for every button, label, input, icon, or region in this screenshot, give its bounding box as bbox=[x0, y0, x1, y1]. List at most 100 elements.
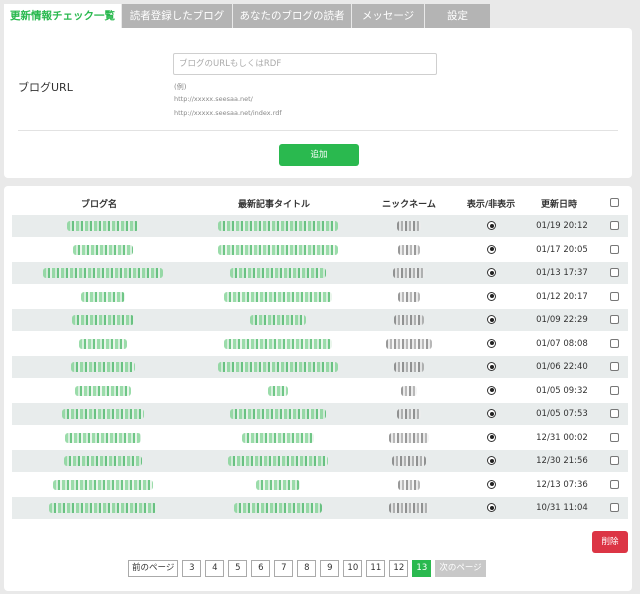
prev-page-button[interactable]: 前のページ bbox=[128, 560, 179, 577]
latest-title-link[interactable] bbox=[218, 221, 338, 231]
visibility-radio[interactable] bbox=[487, 409, 496, 418]
blog-name-link[interactable] bbox=[72, 315, 134, 325]
latest-title-link[interactable] bbox=[230, 268, 326, 278]
latest-title-link[interactable] bbox=[218, 244, 338, 255]
example-url-1: http://xxxxx.seesaa.net/ bbox=[174, 95, 253, 103]
nickname bbox=[393, 268, 425, 278]
visibility-radio[interactable] bbox=[487, 385, 496, 395]
blog-name-link[interactable] bbox=[67, 221, 139, 231]
row-checkbox[interactable] bbox=[610, 503, 619, 512]
nickname bbox=[394, 315, 424, 325]
blog-name-link[interactable] bbox=[43, 268, 163, 278]
tab-messages[interactable]: メッセージ bbox=[352, 4, 425, 28]
table-row: 01/17 20:05 bbox=[12, 239, 628, 261]
table-row: 01/19 20:12 bbox=[12, 215, 628, 237]
updated-datetime: 01/05 09:32 bbox=[536, 385, 588, 396]
row-checkbox[interactable] bbox=[610, 268, 619, 277]
row-checkbox[interactable] bbox=[610, 479, 619, 489]
row-checkbox[interactable] bbox=[610, 291, 619, 301]
nickname bbox=[397, 409, 421, 419]
latest-title-link[interactable] bbox=[230, 409, 326, 419]
blog-name-link[interactable] bbox=[79, 338, 127, 349]
header-nickname: ニックネーム bbox=[382, 200, 436, 210]
visibility-radio[interactable] bbox=[487, 503, 496, 512]
latest-title-link[interactable] bbox=[268, 385, 288, 396]
blog-name-link[interactable] bbox=[62, 409, 144, 419]
delete-button[interactable]: 削除 bbox=[592, 531, 628, 553]
nickname bbox=[398, 244, 420, 255]
table-header: ブログ名 最新記事タイトル ニックネーム 表示/非表示 更新日時 bbox=[4, 197, 632, 213]
page-number-button[interactable]: 4 bbox=[205, 560, 225, 577]
row-checkbox[interactable] bbox=[610, 338, 619, 348]
blog-name-link[interactable] bbox=[53, 479, 153, 490]
page-number-button[interactable]: 11 bbox=[366, 560, 386, 577]
nickname bbox=[392, 456, 426, 466]
updated-datetime: 12/31 00:02 bbox=[536, 432, 588, 443]
latest-title-link[interactable] bbox=[224, 338, 332, 349]
nickname bbox=[398, 479, 420, 490]
visibility-radio[interactable] bbox=[487, 479, 496, 489]
blog-name-link[interactable] bbox=[73, 244, 133, 255]
tab-update-check[interactable]: 更新情報チェック一覧 bbox=[4, 4, 122, 28]
row-checkbox[interactable] bbox=[610, 221, 619, 230]
row-checkbox[interactable] bbox=[610, 432, 619, 442]
table-row: 12/31 00:02 bbox=[12, 427, 628, 449]
nickname bbox=[389, 432, 429, 443]
blog-name-link[interactable] bbox=[81, 291, 125, 302]
blog-name-link[interactable] bbox=[71, 362, 135, 372]
table-row: 01/07 08:08 bbox=[12, 333, 628, 355]
latest-title-link[interactable] bbox=[250, 315, 306, 325]
updated-datetime: 12/30 21:56 bbox=[536, 456, 588, 466]
tab-settings[interactable]: 設定 bbox=[425, 4, 491, 28]
visibility-radio[interactable] bbox=[487, 291, 496, 301]
latest-title-link[interactable] bbox=[256, 479, 300, 490]
table-row: 12/30 21:56 bbox=[12, 450, 628, 472]
updated-datetime: 01/17 20:05 bbox=[536, 244, 588, 255]
select-all-checkbox[interactable] bbox=[610, 198, 619, 210]
visibility-radio[interactable] bbox=[487, 221, 496, 230]
visibility-radio[interactable] bbox=[487, 362, 496, 371]
header-latest-title: 最新記事タイトル bbox=[237, 200, 310, 210]
table-row: 01/06 22:40 bbox=[12, 356, 628, 378]
page-number-button[interactable]: 6 bbox=[251, 560, 271, 577]
page-number-button[interactable]: 8 bbox=[297, 560, 317, 577]
blog-name-link[interactable] bbox=[75, 385, 131, 396]
add-blog-panel: ブログURL (例) http://xxxxx.seesaa.net/ http… bbox=[4, 28, 632, 178]
header-blog-name: ブログ名 bbox=[80, 200, 117, 210]
row-checkbox[interactable] bbox=[610, 244, 619, 254]
blog-name-link[interactable] bbox=[64, 456, 142, 466]
latest-title-link[interactable] bbox=[242, 432, 314, 443]
page-number-button[interactable]: 9 bbox=[320, 560, 340, 577]
visibility-radio[interactable] bbox=[487, 268, 496, 277]
page-number-button[interactable]: 12 bbox=[389, 560, 409, 577]
updated-datetime: 01/09 22:29 bbox=[536, 315, 588, 325]
visibility-radio[interactable] bbox=[487, 244, 496, 254]
next-page-button: 次のページ bbox=[435, 560, 486, 577]
latest-title-link[interactable] bbox=[234, 503, 322, 513]
row-checkbox[interactable] bbox=[610, 409, 619, 418]
latest-title-link[interactable] bbox=[218, 362, 338, 372]
blog-url-label: ブログURL bbox=[18, 81, 73, 94]
page-number-button[interactable]: 7 bbox=[274, 560, 294, 577]
blog-url-input[interactable] bbox=[173, 53, 437, 75]
page-number-button[interactable]: 5 bbox=[228, 560, 248, 577]
latest-title-link[interactable] bbox=[224, 291, 332, 302]
page-number-button[interactable]: 3 bbox=[182, 560, 202, 577]
blog-name-link[interactable] bbox=[65, 432, 141, 443]
visibility-radio[interactable] bbox=[487, 456, 496, 465]
visibility-radio[interactable] bbox=[487, 338, 496, 348]
visibility-radio[interactable] bbox=[487, 432, 496, 442]
latest-title-link[interactable] bbox=[228, 456, 328, 466]
add-button[interactable]: 追加 bbox=[279, 144, 359, 166]
visibility-radio[interactable] bbox=[487, 315, 496, 324]
tab-subscribed-blogs[interactable]: 読者登録したブログ bbox=[122, 4, 233, 28]
blog-name-link[interactable] bbox=[49, 503, 157, 513]
tab-your-readers[interactable]: あなたのブログの読者 bbox=[233, 4, 352, 28]
updated-datetime: 10/31 11:04 bbox=[536, 503, 588, 513]
row-checkbox[interactable] bbox=[610, 315, 619, 324]
page-number-button[interactable]: 13 bbox=[412, 560, 432, 577]
row-checkbox[interactable] bbox=[610, 385, 619, 395]
page-number-button[interactable]: 10 bbox=[343, 560, 363, 577]
row-checkbox[interactable] bbox=[610, 362, 619, 371]
row-checkbox[interactable] bbox=[610, 456, 619, 465]
